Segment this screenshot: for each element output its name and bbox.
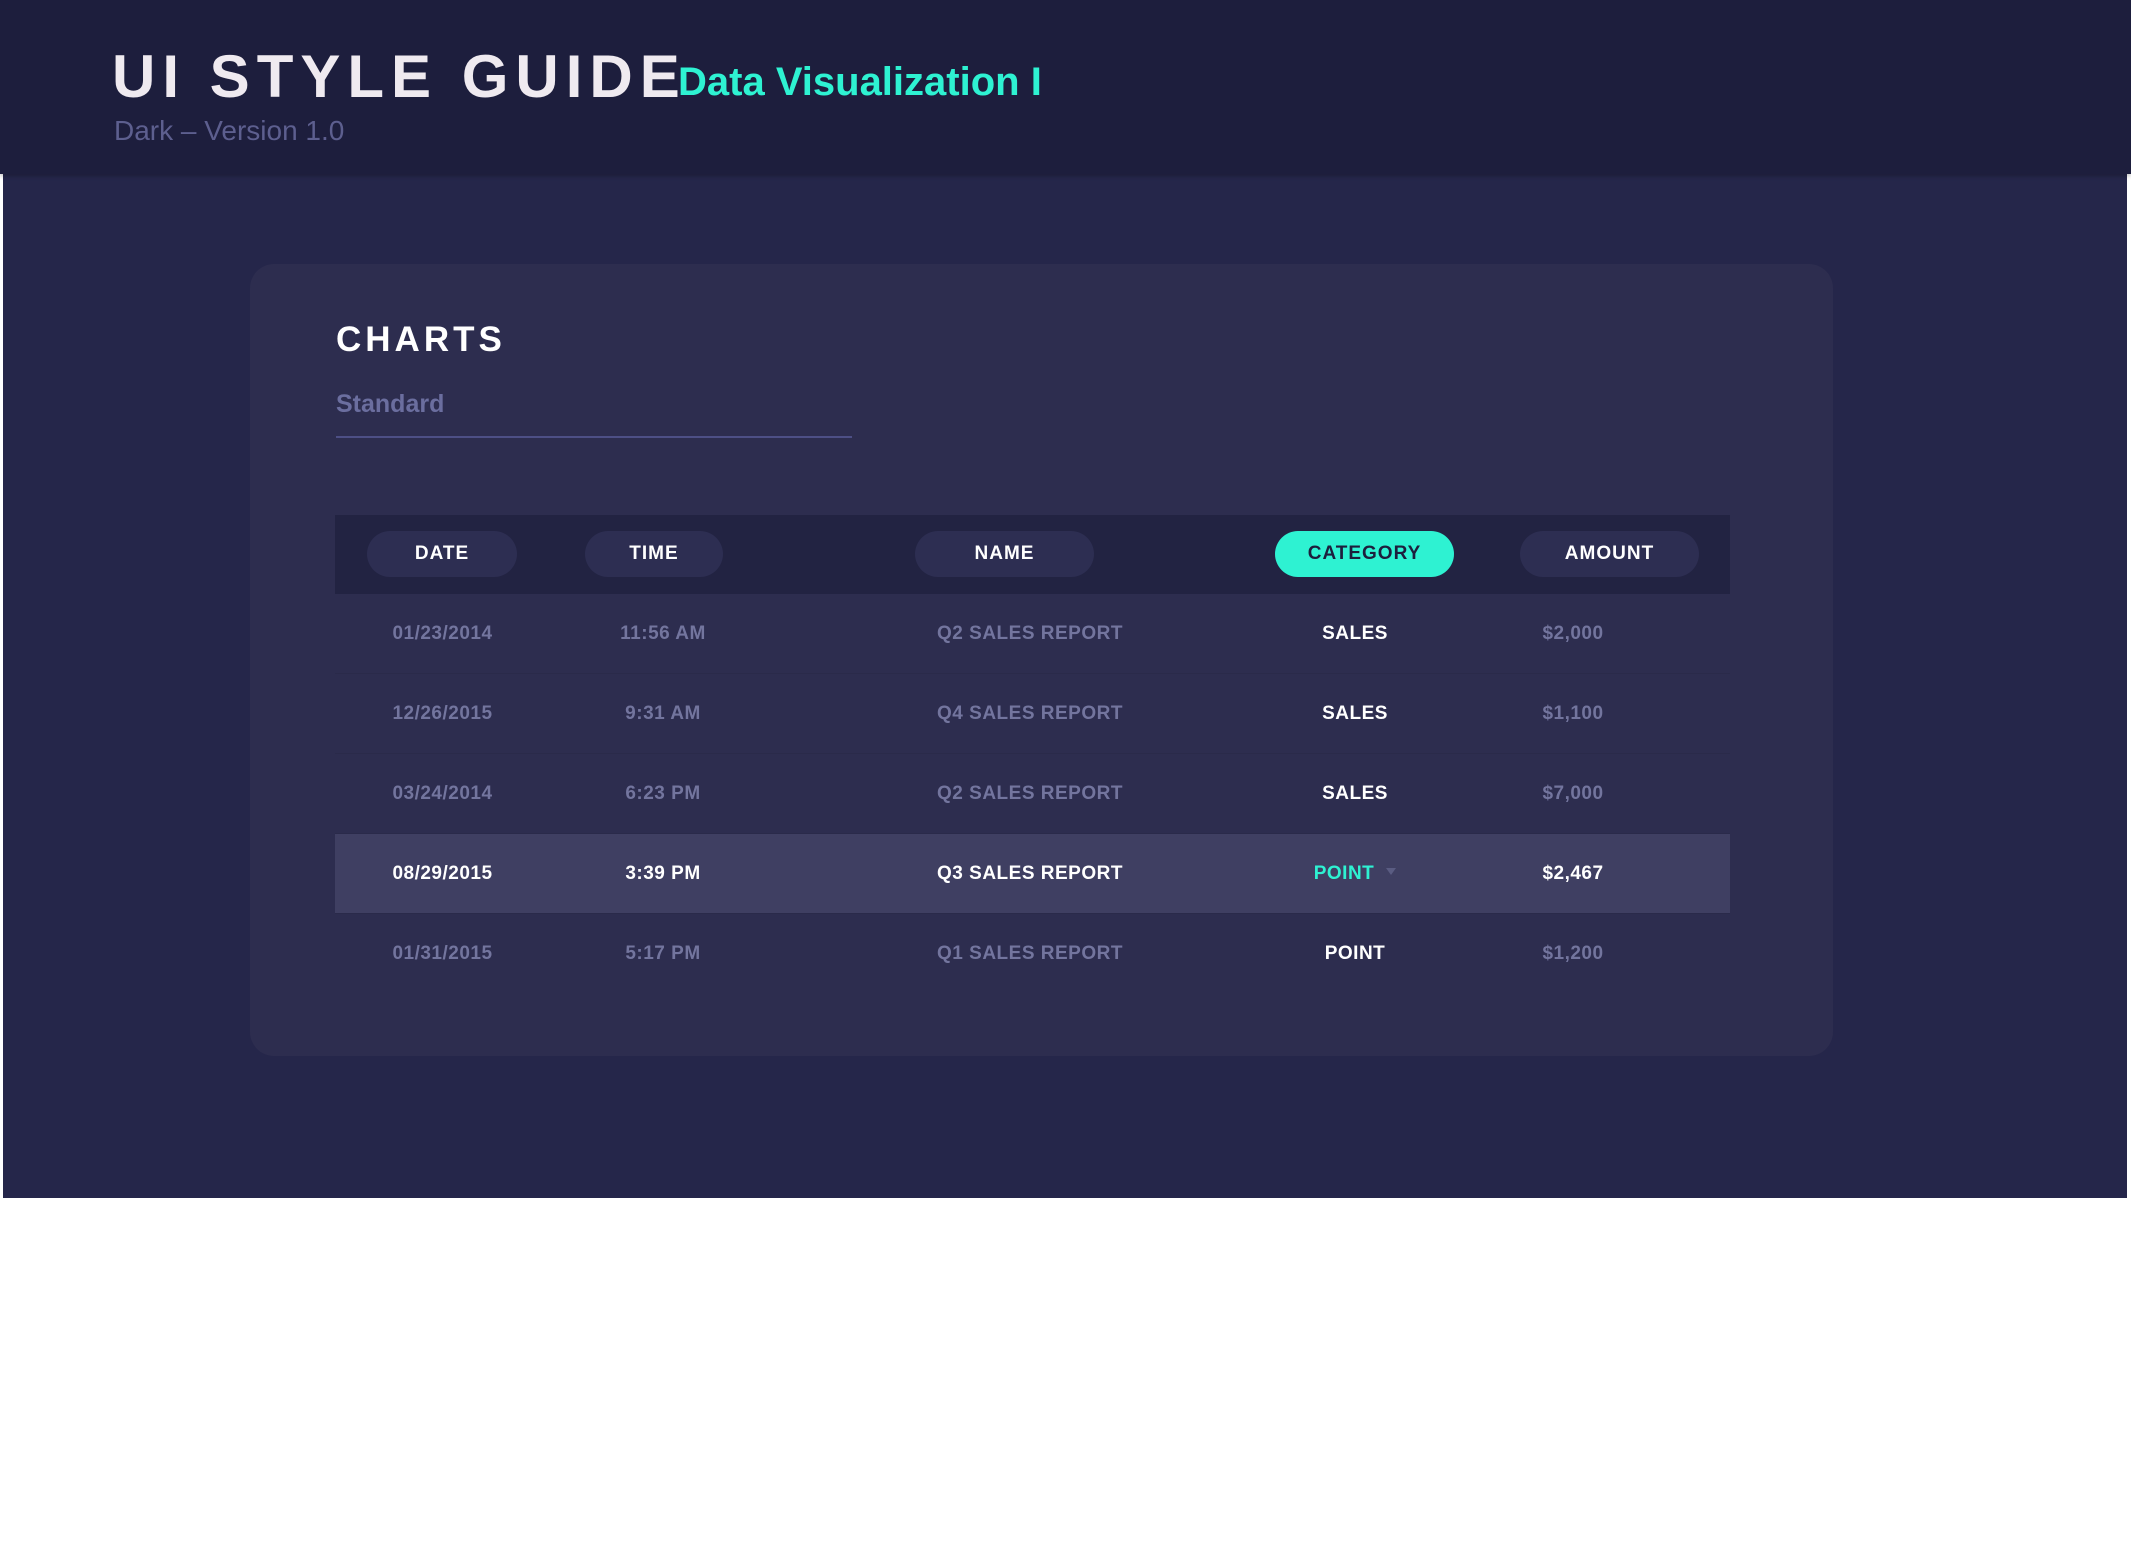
version-label: Dark – Version 1.0 [114,115,345,146]
column-header-date[interactable]: DATE [367,531,517,577]
cell-category-dropdown[interactable]: POINT [1265,834,1445,913]
table-row-selected[interactable]: 08/29/2015 3:39 PM Q3 SALES REPORT POINT… [335,834,1730,914]
cell-amount: $1,200 [1542,943,1604,964]
cell-category: SALES [1322,623,1388,644]
cell-name: Q3 SALES REPORT [937,863,1123,884]
table-header: DATE TIME NAME CATEGORY AMOUNT [335,515,1730,594]
cell-amount: $2,000 [1542,623,1604,644]
table-row[interactable]: 12/26/2015 9:31 AM Q4 SALES REPORT SALES… [335,674,1730,754]
cell-date: 03/24/2014 [392,783,493,804]
cell-name: Q2 SALES REPORT [937,783,1123,804]
cell-name: Q1 SALES REPORT [937,943,1123,964]
cell-time: 3:39 PM [625,863,701,884]
column-header-category[interactable]: CATEGORY [1275,531,1454,577]
charts-card: CHARTS Standard DATE TIME NAME CATEGORY … [250,264,1833,1056]
cell-category: SALES [1322,783,1388,804]
cell-name: Q4 SALES REPORT [937,703,1123,724]
cell-time: 9:31 AM [625,703,701,724]
cell-category: SALES [1322,703,1388,724]
cell-category-value: POINT [1313,863,1375,884]
cell-time: 11:56 AM [620,623,706,644]
tab-standard[interactable]: Standard [336,386,852,438]
cell-date: 12/26/2015 [392,703,493,724]
column-header-amount[interactable]: AMOUNT [1520,531,1699,577]
cell-amount: $2,467 [1542,863,1604,884]
data-table: DATE TIME NAME CATEGORY AMOUNT 01/23/201… [335,515,1730,993]
cell-date: 08/29/2015 [392,863,493,884]
column-header-time[interactable]: TIME [585,531,723,577]
section-title: CHARTS [336,320,506,359]
table-row[interactable]: 01/23/2014 11:56 AM Q2 SALES REPORT SALE… [335,594,1730,674]
cell-amount: $1,100 [1542,703,1604,724]
cell-time: 5:17 PM [625,943,701,964]
column-header-name[interactable]: NAME [915,531,1094,577]
table-row[interactable]: 03/24/2014 6:23 PM Q2 SALES REPORT SALES… [335,754,1730,834]
cell-name: Q2 SALES REPORT [937,623,1123,644]
caret-down-icon[interactable] [1386,868,1397,875]
cell-category: POINT [1324,943,1386,964]
style-guide-subtitle: Data Visualization I [678,60,1042,104]
cell-date: 01/31/2015 [392,943,493,964]
cell-date: 01/23/2014 [392,623,493,644]
table-row[interactable]: 01/31/2015 5:17 PM Q1 SALES REPORT POINT… [335,914,1730,993]
cell-amount: $7,000 [1542,783,1604,804]
style-guide-title: UI STYLE GUIDE [112,43,687,110]
header-bar: UI STYLE GUIDE Data Visualization I Dark… [0,0,2131,174]
cell-time: 6:23 PM [625,783,701,804]
